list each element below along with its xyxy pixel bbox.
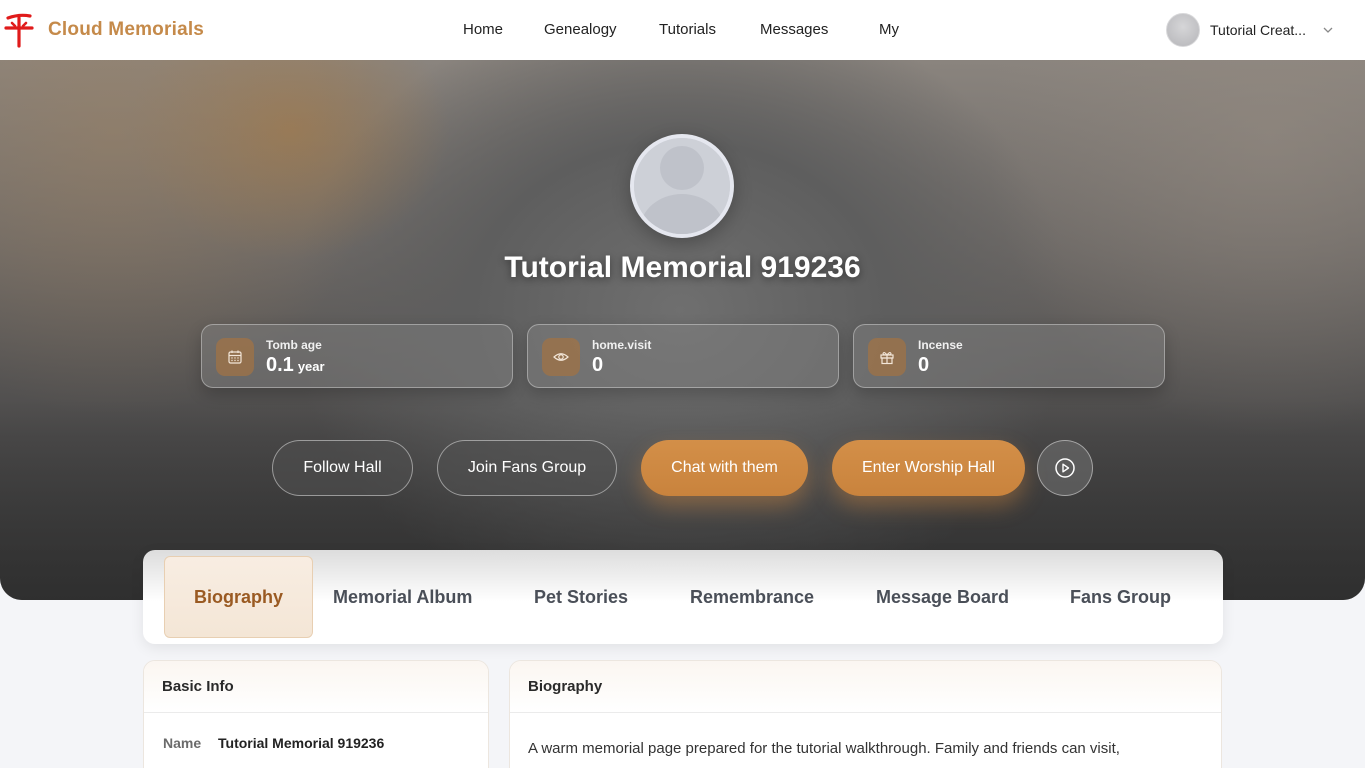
enter-worship-hall-button[interactable]: Enter Worship Hall [832,440,1025,496]
stat-number: 0 [592,354,604,376]
basic-info-card: Basic Info Name Tutorial Memorial 919236 [143,660,489,768]
tab-memorial-album[interactable]: Memorial Album [333,556,472,638]
chevron-down-icon [1323,27,1333,33]
stat-label: Tomb age [266,338,322,352]
stat-visits: home.visit 0 [527,324,839,388]
nav-my[interactable]: My [879,21,899,38]
tab-pet-stories[interactable]: Pet Stories [534,556,628,638]
stat-label: Incense [918,338,963,352]
info-row-name: Name Tutorial Memorial 919236 [163,735,384,751]
stat-unit: year [297,359,325,374]
stat-tomb-age: Tomb age 0.1 year [201,324,513,388]
stat-value: 0 [918,354,929,377]
top-header: Cloud Memorials Home Genealogy Tutorials… [0,0,1365,60]
stat-value: 0.1 year [266,354,325,377]
nav-home[interactable]: Home [463,21,503,38]
stat-incense: Incense 0 [853,324,1165,388]
user-name: Tutorial Creat... [1210,22,1306,38]
memorial-title: Tutorial Memorial 919236 [504,251,861,284]
info-key: Name [163,735,202,751]
play-button[interactable] [1037,440,1093,496]
basic-info-title: Basic Info [144,661,488,713]
join-fans-group-button[interactable]: Join Fans Group [437,440,617,496]
nav-messages[interactable]: Messages [760,21,828,38]
brand-name[interactable]: Cloud Memorials [48,19,204,41]
nav-tutorials[interactable]: Tutorials [659,21,716,38]
eye-icon [542,338,580,376]
user-avatar [1166,13,1200,47]
play-circle-icon [1055,458,1075,478]
memorial-avatar [630,134,734,238]
nav-genealogy[interactable]: Genealogy [544,21,617,38]
stat-value: 0 [592,354,603,377]
tab-message-board[interactable]: Message Board [876,556,1009,638]
section-tabs: Biography Memorial Album Pet Stories Rem… [143,550,1223,644]
calendar-icon [216,338,254,376]
stat-number: 0.1 [266,354,294,376]
logo-icon[interactable] [4,12,34,48]
biography-text: A warm memorial page prepared for the tu… [528,740,1120,757]
info-value: Tutorial Memorial 919236 [218,735,385,751]
stat-label: home.visit [592,338,652,352]
tab-biography[interactable]: Biography [164,556,313,638]
gift-icon [868,338,906,376]
stat-number: 0 [918,354,930,376]
tab-fans-group[interactable]: Fans Group [1070,556,1171,638]
biography-title: Biography [510,661,1221,713]
tab-remembrance[interactable]: Remembrance [690,556,814,638]
person-silhouette-icon [634,138,730,234]
chat-with-them-button[interactable]: Chat with them [641,440,808,496]
user-menu[interactable]: Tutorial Creat... [1166,13,1334,47]
follow-hall-button[interactable]: Follow Hall [272,440,413,496]
biography-card: Biography A warm memorial page prepared … [509,660,1222,768]
